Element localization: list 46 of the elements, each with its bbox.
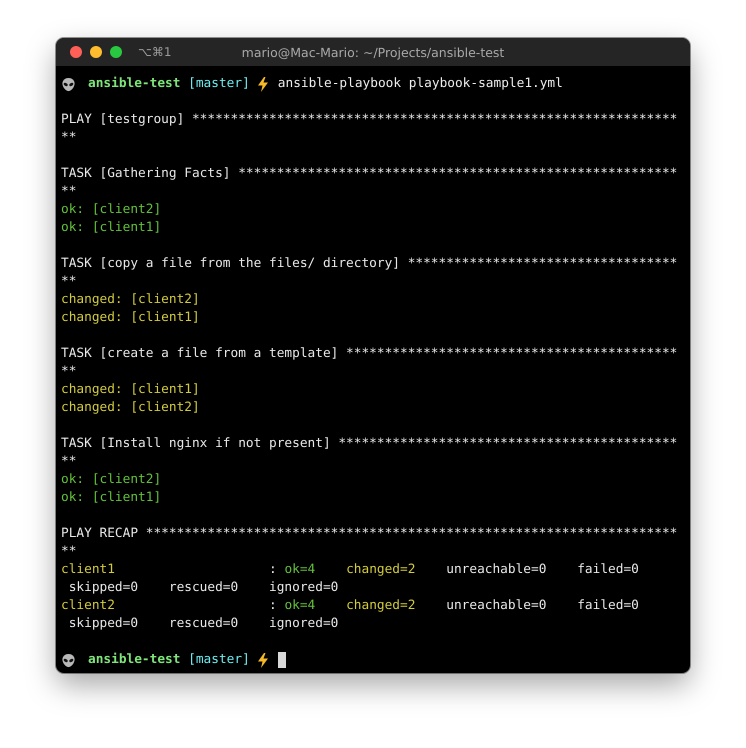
output-text: unreachable=0 failed=0 <box>445 561 639 579</box>
git-branch: [master] <box>188 75 250 93</box>
changed-output: changed: [client1] <box>61 309 200 327</box>
output-text: TASK [copy a file from the files/ directory] *********************************** <box>61 255 678 273</box>
changed-output: client1 <box>61 561 115 579</box>
output-text: PLAY RECAP ********************************************************************* <box>61 525 678 543</box>
output-text: PLAY [testgroup] *************************************************************** <box>61 111 678 129</box>
changed-output: changed: [client2] <box>61 399 200 417</box>
output-text: skipped=0 rescued=0 ignored=0 <box>68 615 338 633</box>
maximize-button[interactable] <box>110 46 122 58</box>
output-text: : <box>268 561 278 579</box>
output-text: TASK [Install nginx if not present] ******************************************** <box>61 435 678 453</box>
changed-output: changed: [client1] <box>61 381 200 399</box>
tab-shortcut: ⌥⌘1 <box>138 45 172 59</box>
ok-output: ok: [client2] <box>61 471 162 489</box>
changed-output: client2 <box>61 597 115 615</box>
ok-output: ok: [client1] <box>61 489 162 507</box>
output-text: ** <box>61 543 76 561</box>
lightning-bolt-icon <box>258 652 268 668</box>
window-title: mario@Mac-Mario: ~/Projects/ansible-test <box>242 44 504 60</box>
output-text: ** <box>61 363 76 381</box>
close-button[interactable] <box>70 46 82 58</box>
alien-head-icon <box>61 76 76 92</box>
output-text: ** <box>61 453 76 471</box>
output-text: ** <box>61 129 76 147</box>
lightning-bolt-icon <box>258 76 268 92</box>
alien-head-icon <box>61 652 76 668</box>
ok-output: ok=4 <box>284 561 316 579</box>
output-text: ** <box>61 273 76 291</box>
git-branch: [master] <box>188 651 250 669</box>
output-text: skipped=0 rescued=0 ignored=0 <box>68 579 338 597</box>
prompt-directory: ansible-test <box>88 651 180 669</box>
changed-output: changed=2 <box>345 597 416 615</box>
output-text: TASK [Gathering Facts] ********************************************************* <box>61 165 678 183</box>
ok-output: ok=4 <box>284 597 316 615</box>
output-text: : <box>268 597 278 615</box>
output-text: unreachable=0 failed=0 <box>445 597 639 615</box>
ok-output: ok: [client2] <box>61 201 162 219</box>
minimize-button[interactable] <box>90 46 102 58</box>
ok-output: ok: [client1] <box>61 219 162 237</box>
command-text: ansible-playbook playbook-sample1.yml <box>278 75 563 93</box>
changed-output: changed=2 <box>345 561 416 579</box>
prompt-directory: ansible-test <box>88 75 180 93</box>
output-text: ** <box>61 183 76 201</box>
changed-output: changed: [client2] <box>61 291 200 309</box>
output-text: TASK [create a file from a template] ******************************************* <box>61 345 678 363</box>
